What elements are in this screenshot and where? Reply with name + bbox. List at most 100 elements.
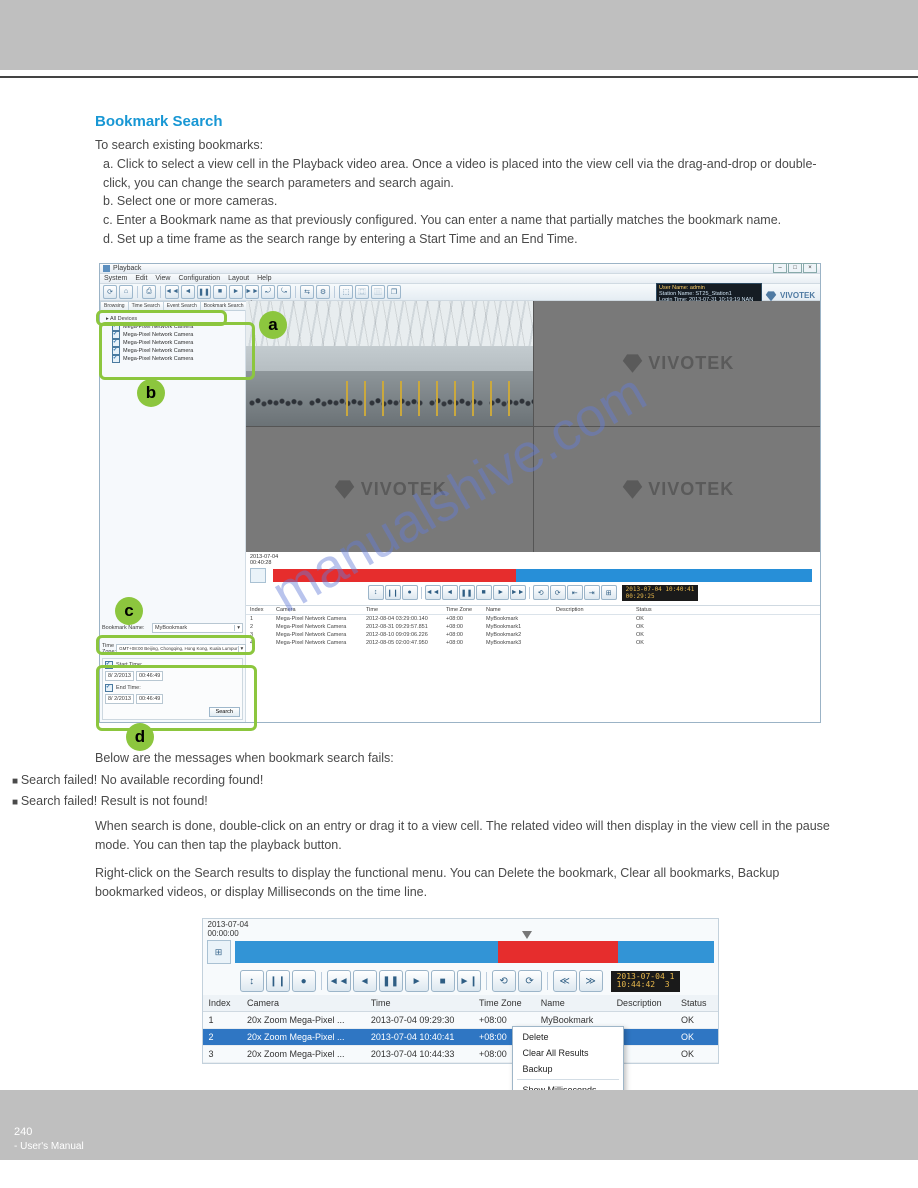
panel2-clock: 2013-07-04 1 10:44:42 3 [611, 971, 681, 993]
timeline-track[interactable] [235, 941, 714, 963]
th-time[interactable]: Time [365, 995, 473, 1012]
play-btn[interactable]: ►► [510, 585, 526, 600]
dropdown-icon[interactable]: ▾ [234, 625, 240, 631]
timeline-track[interactable] [273, 569, 812, 582]
ctrl-btn[interactable]: ◄ [353, 970, 377, 992]
fail-msg: Search failed! Result is not found! [12, 792, 918, 811]
play-btn[interactable]: ⟲ [533, 585, 549, 600]
ctrl-btn[interactable]: ● [292, 970, 316, 992]
ctrl-btn[interactable]: ↕ [240, 970, 264, 992]
ctrl-btn[interactable]: ❙❙ [266, 970, 290, 992]
ctrl-btn[interactable]: ❚❚ [379, 970, 403, 992]
toolbar-btn[interactable]: ► [229, 285, 243, 299]
toolbar-btn[interactable]: ⤾ [261, 285, 275, 299]
play-btn[interactable]: ● [402, 585, 418, 600]
th-index[interactable]: Index [203, 995, 241, 1012]
tab-bookmarksearch[interactable]: Bookmark Search [200, 301, 248, 310]
play-btn[interactable]: ⇤ [567, 585, 583, 600]
play-btn[interactable]: ↕ [368, 585, 384, 600]
th-status[interactable]: Status [675, 995, 717, 1012]
menu-system[interactable]: System [104, 275, 127, 282]
th-name[interactable]: Name [535, 995, 611, 1012]
toolbar-btn[interactable]: ❐ [387, 285, 401, 299]
menu-view[interactable]: View [155, 275, 170, 282]
timeline-event [498, 941, 618, 963]
toolbar-btn[interactable]: ⿴ [355, 285, 369, 299]
ctrl-btn[interactable]: ■ [431, 970, 455, 992]
col-camera[interactable]: Camera [276, 607, 366, 613]
col-desc[interactable]: Description [556, 607, 636, 613]
toolbar-btn[interactable]: ❚❚ [197, 285, 211, 299]
view-cell[interactable]: VIVOTEK [534, 301, 821, 426]
tab-timesearch[interactable]: Time Search [128, 301, 164, 310]
max-button[interactable]: □ [788, 263, 802, 273]
toolbar-btn[interactable]: ⇆ [300, 285, 314, 299]
table-row-selected[interactable]: 220x Zoom Mega-Pixel ...2013-07-04 10:40… [203, 1029, 718, 1046]
th-camera[interactable]: Camera [241, 995, 365, 1012]
menu-clearall[interactable]: Clear All Results [513, 1045, 623, 1061]
view-cell[interactable]: VIVOTEK [534, 427, 821, 552]
timeline-toggle-icon[interactable] [250, 568, 266, 583]
menu-delete[interactable]: Delete [513, 1029, 623, 1045]
ctrl-btn[interactable]: ≫ [579, 970, 603, 992]
toolbar-btn[interactable]: ◄ [181, 285, 195, 299]
ctrl-btn[interactable]: ◄◄ [327, 970, 351, 992]
ctrl-btn[interactable]: ⟳ [518, 970, 542, 992]
brand-text: VIVOTEK [780, 291, 815, 300]
toolbar-btn[interactable]: ⤿ [277, 285, 291, 299]
tab-eventsearch[interactable]: Event Search [163, 301, 201, 310]
result-row[interactable]: 3Mega-Pixel Network Camera2012-08-10 09:… [246, 631, 820, 639]
toolbar-btn[interactable]: ⚙ [316, 285, 330, 299]
result-row[interactable]: 1Mega-Pixel Network Camera2012-08-04 03:… [246, 615, 820, 623]
play-btn[interactable]: ◄ [442, 585, 458, 600]
play-btn[interactable]: ■ [476, 585, 492, 600]
menu-layout[interactable]: Layout [228, 275, 249, 282]
play-btn[interactable]: ⟳ [550, 585, 566, 600]
timeline-marker[interactable] [522, 931, 532, 939]
view-cell-selected[interactable] [246, 301, 533, 426]
play-btn[interactable]: ► [493, 585, 509, 600]
toolbar-btn[interactable]: ◄◄ [165, 285, 179, 299]
play-btn[interactable]: ❚❚ [459, 585, 475, 600]
th-tz[interactable]: Time Zone [473, 995, 535, 1012]
play-btn[interactable]: ⇥ [584, 585, 600, 600]
ctrl-btn[interactable]: ⟲ [492, 970, 516, 992]
menu-backup[interactable]: Backup [513, 1061, 623, 1077]
play-btn[interactable]: ❙❙ [385, 585, 401, 600]
ctrl-btn[interactable]: ►❙ [457, 970, 481, 992]
ctrl-btn[interactable]: ► [405, 970, 429, 992]
table-row[interactable]: 320x Zoom Mega-Pixel ...2013-07-04 10:44… [203, 1046, 718, 1063]
menu-edit[interactable]: Edit [135, 275, 147, 282]
callout-b: b [137, 379, 165, 407]
play-btn[interactable]: ⊞ [601, 585, 617, 600]
min-button[interactable]: – [773, 263, 787, 273]
menu-help[interactable]: Help [257, 275, 271, 282]
col-tz[interactable]: Time Zone [446, 607, 486, 613]
toolbar-btn[interactable]: ⎙ [142, 285, 156, 299]
th-desc[interactable]: Description [611, 995, 675, 1012]
toolbar-btn[interactable]: ►► [245, 285, 259, 299]
toolbar-btn[interactable]: ■ [213, 285, 227, 299]
col-status[interactable]: Status [636, 607, 686, 613]
paragraph-rightclick: Right-click on the Search results to dis… [95, 864, 838, 902]
timeline-icon[interactable]: ⊞ [207, 940, 231, 964]
play-btn[interactable]: ◄◄ [425, 585, 441, 600]
col-time[interactable]: Time [366, 607, 446, 613]
result-row[interactable]: 4Mega-Pixel Network Camera2012-08-05 02:… [246, 639, 820, 647]
toolbar-btn[interactable]: ⌂ [119, 285, 133, 299]
view-cell[interactable]: VIVOTEK [246, 427, 533, 552]
toolbar-btn[interactable]: ⬚ [339, 285, 353, 299]
timeline-timestamp: 2013-07-04 00:40:28 [246, 552, 820, 568]
toolbar-btn[interactable]: ⿲ [371, 285, 385, 299]
ctrl-btn[interactable]: ≪ [553, 970, 577, 992]
toolbar-btn[interactable]: ⟳ [103, 285, 117, 299]
callout-a: a [259, 311, 287, 339]
result-row[interactable]: 2Mega-Pixel Network Camera2012-08-31 09:… [246, 623, 820, 631]
table-row[interactable]: 120x Zoom Mega-Pixel ...2013-07-04 09:29… [203, 1012, 718, 1029]
bookmark-input[interactable]: MyBookmark▾ [152, 623, 243, 633]
col-name[interactable]: Name [486, 607, 556, 613]
menu-config[interactable]: Configuration [178, 275, 220, 282]
tab-browsing[interactable]: Browsing [100, 301, 129, 310]
col-index[interactable]: Index [250, 607, 276, 613]
close-button[interactable]: × [803, 263, 817, 273]
